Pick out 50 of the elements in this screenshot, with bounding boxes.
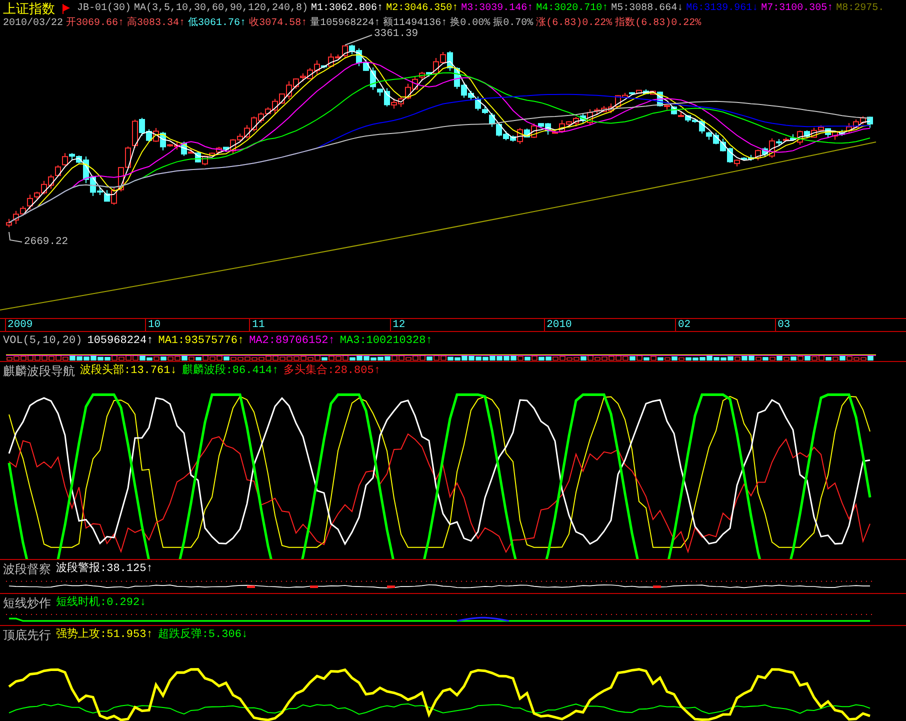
quote-value: 额11494136↑ bbox=[383, 16, 448, 29]
axis-label: 2009 bbox=[4, 319, 33, 331]
indicator-value: 波段头部:13.761↓ bbox=[80, 364, 177, 378]
indicator-title: 短线炒作 bbox=[3, 596, 51, 612]
indicator-value: 波段警报:38.125↑ bbox=[56, 562, 153, 576]
quote-value: 量105968224↑ bbox=[310, 16, 380, 29]
quote-value: 高3083.34↑ bbox=[127, 16, 186, 30]
legend-value: VOL(5,10,20) bbox=[3, 334, 82, 348]
leader-line bbox=[8, 232, 22, 242]
indicator-title: 顶底先行 bbox=[3, 628, 51, 644]
legend-value: MA2:89706152↑ bbox=[249, 334, 335, 348]
axis-label: 03 bbox=[774, 319, 790, 331]
legend-value: M5:3088.664↓ bbox=[611, 2, 684, 16]
high-price-label: 3361.39 bbox=[374, 28, 418, 40]
leader-line bbox=[344, 34, 372, 46]
legend-value: M4:3020.710↑ bbox=[536, 2, 608, 16]
legend-value: JB-01(30) bbox=[77, 2, 132, 16]
indicator-title: 麒麟波段导航 bbox=[3, 364, 75, 380]
indicator-value: 麒麟波段:86.414↑ bbox=[182, 364, 279, 378]
quote-value: 开3069.66↑ bbox=[66, 16, 124, 30]
flag-icon bbox=[62, 4, 70, 14]
indicator-value: 短线时机:0.292↓ bbox=[56, 596, 146, 610]
indicator-title: 波段督察 bbox=[3, 562, 51, 578]
legend-value: M1:3062.806↑ bbox=[311, 2, 384, 16]
legend-value: MA3:100210328↑ bbox=[340, 334, 432, 348]
legend-value: M8:2975. bbox=[836, 2, 884, 16]
index-title: 上证指数 bbox=[3, 0, 55, 18]
axis-label: 10 bbox=[144, 319, 161, 331]
legend-value: MA(3,5,10,30,60,90,120,240,8) bbox=[134, 2, 308, 16]
quote-value: 换0.00% bbox=[450, 16, 490, 30]
quote-value: 涨(6.83)0.22% bbox=[536, 16, 612, 30]
indicator-value: 强势上攻:51.953↑ bbox=[56, 628, 153, 642]
low-price-label: 2669.22 bbox=[24, 236, 68, 248]
axis-label: 02 bbox=[674, 319, 691, 331]
legend-value: MA1:93575776↑ bbox=[158, 334, 244, 348]
indicator-value: 多头集合:28.805↑ bbox=[284, 364, 380, 378]
legend-value: M6:3139.961↓ bbox=[686, 2, 758, 16]
axis-label: 11 bbox=[249, 319, 265, 331]
indicator-value: 超跌反弹:5.306↓ bbox=[158, 628, 248, 642]
quote-value: 低3061.76↑ bbox=[188, 16, 246, 30]
legend-value: M3:3039.146↑ bbox=[461, 2, 534, 16]
axis-label: 2010 bbox=[544, 319, 572, 331]
quote-value: 收3074.58↑ bbox=[249, 16, 308, 30]
legend-value: 105968224↑ bbox=[87, 334, 154, 348]
axis-label: 12 bbox=[390, 319, 406, 331]
legend-value: M7:3100.305↑ bbox=[761, 2, 834, 16]
quote-value: 2010/03/22 bbox=[3, 16, 64, 30]
quote-value: 指数(6.83)0.22% bbox=[615, 16, 702, 30]
quote-value: 振0.70% bbox=[493, 16, 534, 30]
legend-value: M2:3046.350↑ bbox=[386, 2, 458, 16]
